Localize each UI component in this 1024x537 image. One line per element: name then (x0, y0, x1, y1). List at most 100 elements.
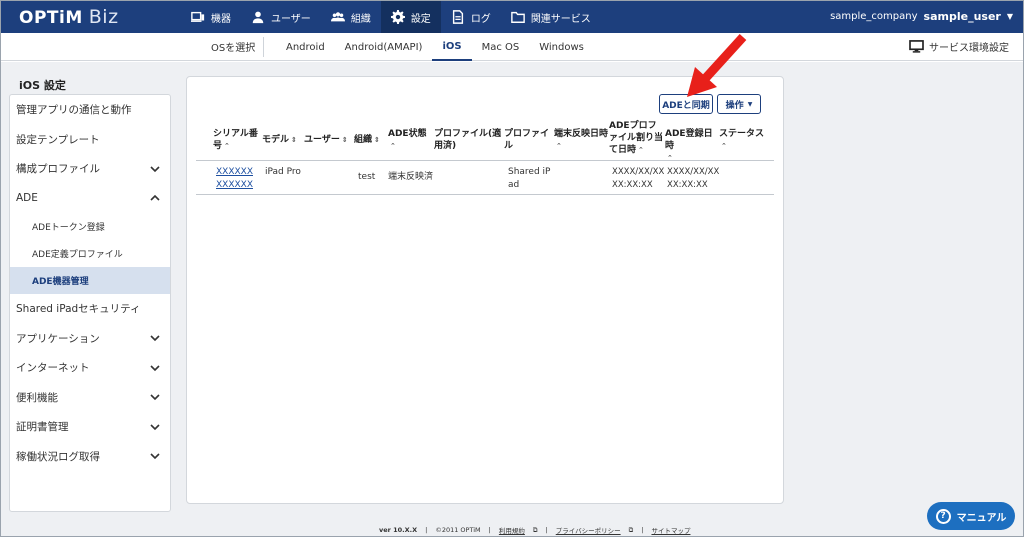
main-nav: 機器 ユーザー 組織 設定 ログ 関連サービス (181, 1, 601, 33)
sidebar-item-label: 稼働状況ログ取得 (16, 450, 100, 463)
nav-item-organization[interactable]: 組織 (321, 1, 381, 33)
sidebar-item-utilities[interactable]: 便利機能 (10, 383, 170, 413)
col-status[interactable]: ステータス ⌃ (719, 128, 771, 152)
nav-label: 機器 (211, 13, 231, 25)
divider (263, 37, 264, 57)
table-row[interactable]: XXXXXX XXXXXX iPad Pro test 端末反映済 Shared … (196, 161, 774, 195)
sort-icon: ⌃ (556, 142, 562, 150)
sidebar-item-ade[interactable]: ADE (10, 184, 170, 214)
col-ade-state[interactable]: ADE状態 ⌃ (388, 128, 432, 152)
profile-cell: Shared iPad (508, 167, 551, 190)
nav-label: 設定 (410, 13, 431, 25)
caret-down-icon: ▼ (747, 100, 753, 108)
log-icon (452, 10, 463, 24)
chevron-down-icon (150, 166, 160, 172)
organization-icon (330, 12, 345, 22)
org-cell: test (358, 172, 376, 182)
manual-button[interactable]: ? マニュアル (927, 502, 1015, 530)
nav-item-settings[interactable]: 設定 (380, 1, 441, 33)
profile-assign-cell: XXXX/XX/XX XX:XX:XX (612, 167, 665, 190)
tab-android[interactable]: Android (276, 33, 335, 61)
sidebar-item-app-comm[interactable]: 管理アプリの通信と動作 (10, 95, 170, 125)
manual-label: マニュアル (956, 512, 1007, 524)
chevron-down-icon (150, 453, 160, 460)
nav-item-related-services[interactable]: 関連サービス (501, 1, 601, 33)
folder-icon (510, 11, 525, 23)
nav-label: ユーザー (271, 13, 311, 25)
col-serial[interactable]: シリアル番号 ⌃ (213, 128, 259, 152)
sidebar-title: iOS 設定 (19, 79, 66, 92)
sidebar-item-label: 構成プロファイル (16, 163, 100, 176)
sidebar-item-activity-log[interactable]: 稼働状況ログ取得 (10, 442, 170, 472)
user-name: sample_user (923, 10, 1001, 23)
os-select-label: OSを選択 (211, 43, 256, 54)
sidebar-item-config-profile[interactable]: 構成プロファイル (10, 154, 170, 184)
chevron-down-icon (150, 335, 160, 342)
sidebar-item-ade-definition-profile[interactable]: ADE定義プロファイル (10, 240, 170, 267)
external-link-icon: ⧉ (532, 525, 538, 534)
sidebar-item-label: 証明書管理 (16, 421, 69, 434)
version-text: ver 10.X.X (379, 526, 418, 534)
nav-item-logs[interactable]: ログ (441, 1, 501, 33)
sidebar-item-label: インターネット (16, 362, 90, 375)
device-icon (191, 11, 205, 22)
monitor-icon (909, 40, 924, 53)
sitemap-link[interactable]: サイトマップ (651, 525, 690, 535)
sort-icon: ⇕ (341, 136, 348, 144)
sort-icon: ⌃ (390, 142, 396, 150)
tab-ios[interactable]: iOS (432, 33, 472, 61)
sidebar-item-internet[interactable]: インターネット (10, 353, 170, 383)
nav-item-users[interactable]: ユーザー (241, 1, 321, 33)
user-icon (252, 11, 264, 24)
sort-icon: ⌃ (224, 142, 230, 150)
account-menu[interactable]: sample_company sample_user ▼ (830, 10, 1013, 23)
tab-windows[interactable]: Windows (529, 33, 594, 61)
col-model[interactable]: モデル ⇕ (262, 134, 302, 146)
col-profile: プロファイル (504, 129, 550, 151)
annotation-arrow-icon (687, 33, 747, 97)
nav-label: 関連サービス (530, 13, 591, 25)
sidebar-item-label: ADE定義プロファイル (32, 250, 123, 260)
col-last-reflect[interactable]: 端末反映日時 ⌃ (554, 128, 608, 152)
company-name: sample_company (830, 11, 918, 22)
sidebar-item-applications[interactable]: アプリケーション (10, 324, 170, 354)
privacy-link[interactable]: プライバシーポリシー (556, 525, 621, 535)
logo[interactable]: OPTiM Biz (19, 6, 119, 28)
external-link-icon: ⧉ (628, 525, 634, 534)
ade-registered-cell: XXXX/XX/XX XX:XX:XX (667, 167, 720, 190)
chevron-down-icon (150, 365, 160, 371)
top-header: OPTiM Biz 機器 ユーザー 組織 設定 ログ 関連サービス sample_… (1, 1, 1023, 33)
col-profile-assign[interactable]: ADEプロファイル割り当て日時 ⌃ (609, 120, 665, 156)
caret-down-icon: ▼ (1006, 12, 1013, 21)
nav-label: ログ (470, 13, 491, 25)
sidebar-item-label: 設定テンプレート (16, 133, 100, 146)
sidebar-item-label: ADE機器管理 (32, 277, 89, 287)
sidebar-item-label: 便利機能 (16, 391, 58, 404)
col-ade-registered[interactable]: ADE登録日時 ⌃ (665, 128, 721, 164)
sidebar-item-ade-device-management[interactable]: ADE機器管理 (10, 267, 170, 294)
sidebar-item-settings-template[interactable]: 設定テンプレート (10, 125, 170, 155)
model-cell: iPad Pro (265, 167, 301, 177)
sort-icon: ⌃ (638, 146, 644, 154)
sidebar-item-ade-token[interactable]: ADEトークン登録 (10, 213, 170, 240)
chevron-down-icon (150, 394, 160, 401)
serial-cell[interactable]: XXXXXX XXXXXX (216, 166, 256, 192)
tab-macos[interactable]: Mac OS (472, 33, 530, 61)
main-panel: ADEと同期 操作 ▼ シリアル番号 ⌃ モデル ⇕ ユーザー ⇕ 組織 ⇕ ADE状態… (186, 76, 784, 504)
nav-item-devices[interactable]: 機器 (181, 1, 241, 33)
terms-link[interactable]: 利用規約 (499, 525, 525, 535)
sidebar-item-shared-ipad-security[interactable]: Shared iPadセキュリティ (10, 294, 170, 324)
tab-android-amapi[interactable]: Android(AMAPI) (335, 33, 433, 61)
service-env-settings-link[interactable]: サービス環境設定 (909, 39, 1009, 54)
ade-state-cell: 端末反映済 (388, 172, 434, 182)
sidebar-item-certificate-management[interactable]: 証明書管理 (10, 412, 170, 442)
col-user[interactable]: ユーザー ⇕ (304, 134, 352, 146)
sort-icon: ⌃ (721, 142, 727, 150)
sort-icon: ⇕ (374, 136, 380, 144)
sidebar: 管理アプリの通信と動作設定テンプレート 構成プロファイル ADE ADEトークン登録 A… (9, 94, 171, 512)
copyright-text: ©2011 OPTiM (435, 526, 481, 534)
col-profile-applied: プロファイル(適用済) (434, 129, 502, 151)
footer: ver 10.X.X | ©2011 OPTiM | 利用規約 ⧉ | プライバ… (379, 525, 691, 536)
table-header: シリアル番号 ⌃ モデル ⇕ ユーザー ⇕ 組織 ⇕ ADE状態 ⌃ プロファイル(適用済… (196, 121, 774, 164)
col-org[interactable]: 組織 ⇕ (354, 134, 386, 146)
